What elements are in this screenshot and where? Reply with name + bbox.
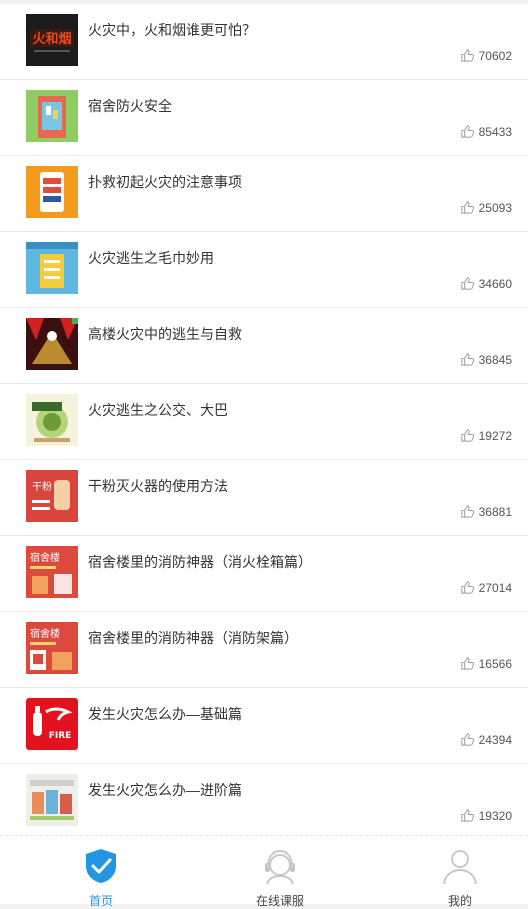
list-item[interactable]: 宿舍防火安全 85433 <box>0 80 528 156</box>
thumbnail-advanced <box>26 774 78 826</box>
thumbnail-bus <box>26 394 78 446</box>
thumbs-up-icon <box>461 277 474 290</box>
bottom-tab-bar: 首页 在线课服 我的 <box>0 835 528 908</box>
thumbnail-towel <box>26 242 78 294</box>
list-item[interactable]: 发生火灾怎么办—进阶篇 19320 <box>0 764 528 839</box>
item-title: 发生火灾怎么办—进阶篇 <box>88 782 242 798</box>
tab-label: 我的 <box>447 894 472 908</box>
list-item[interactable]: 宿舍楼 宿舍楼里的消防神器（消火栓箱篇） 27014 <box>0 536 528 612</box>
list-item[interactable]: 高楼火灾中的逃生与自救 36845 <box>0 308 528 384</box>
thumbs-up-icon <box>461 429 474 442</box>
list-item[interactable]: 火灾逃生之毛巾妙用 34660 <box>0 232 528 308</box>
thumbnail-extinguisher: 干粉 <box>26 470 78 522</box>
thumbs-up-icon <box>461 809 474 822</box>
user-icon <box>443 850 477 885</box>
thumbs-up-icon <box>461 125 474 138</box>
like-count-value: 36881 <box>478 504 512 519</box>
thumbs-up-icon <box>461 505 474 518</box>
thumbs-up-icon <box>461 201 474 214</box>
thumbnail-text: FIRE <box>49 731 72 741</box>
thumbnail-fire-sign: FIRE <box>26 698 78 750</box>
thumbnail-dorm-safety <box>26 90 78 142</box>
item-title: 高楼火灾中的逃生与自救 <box>88 326 242 342</box>
thumbnail-fire-rack: 宿舍楼 <box>26 622 78 674</box>
tab-online-service[interactable]: 在线课服 <box>192 836 368 908</box>
thumbnail-text: 宿舍楼 <box>30 627 60 640</box>
thumbnail-text: 火和烟 <box>32 31 71 47</box>
item-title: 扑救初起火灾的注意事项 <box>88 174 242 190</box>
thumbnail-text: 宿舍楼 <box>30 551 60 564</box>
like-count-value: 34660 <box>478 276 512 291</box>
list-item[interactable]: FIRE 发生火灾怎么办—基础篇 24394 <box>0 688 528 764</box>
like-count-value: 36845 <box>478 352 512 367</box>
headset-icon <box>265 849 295 885</box>
thumbnail-fire-smoke: 火和烟 <box>26 14 78 66</box>
like-count[interactable]: 19320 <box>460 808 512 823</box>
like-count-value: 85433 <box>478 124 512 139</box>
like-count-value: 25093 <box>478 200 512 215</box>
like-count[interactable]: 16566 <box>460 656 512 671</box>
item-title: 发生火灾怎么办—基础篇 <box>88 706 242 722</box>
list-item[interactable]: 扑救初起火灾的注意事项 25093 <box>0 156 528 232</box>
like-count-value: 16566 <box>478 656 512 671</box>
tab-profile[interactable]: 我的 <box>372 836 528 908</box>
shield-check-icon <box>86 849 116 883</box>
item-title: 火灾逃生之毛巾妙用 <box>88 250 214 266</box>
like-count-value: 19320 <box>478 808 512 823</box>
like-count[interactable]: 27014 <box>460 580 512 595</box>
item-title: 宿舍楼里的消防神器（消火栓箱篇） <box>88 554 312 570</box>
like-count[interactable]: 70602 <box>460 48 512 63</box>
list-item[interactable]: 干粉 干粉灭火器的使用方法 36881 <box>0 460 528 536</box>
thumbs-up-icon <box>461 581 474 594</box>
item-title: 火灾逃生之公交、大巴 <box>88 402 228 418</box>
thumbnail-highrise <box>26 318 78 370</box>
like-count-value: 70602 <box>478 48 512 63</box>
thumbs-up-icon <box>461 353 474 366</box>
like-count-value: 27014 <box>478 580 512 595</box>
like-count[interactable]: 36881 <box>460 504 512 519</box>
thumbnail-early-fire <box>26 166 78 218</box>
item-title: 宿舍楼里的消防神器（消防架篇） <box>88 630 298 646</box>
like-count[interactable]: 85433 <box>460 124 512 139</box>
like-count[interactable]: 24394 <box>460 732 512 747</box>
like-count[interactable]: 34660 <box>460 276 512 291</box>
item-title: 干粉灭火器的使用方法 <box>88 478 228 494</box>
tab-home[interactable]: 首页 <box>13 836 189 908</box>
thumbnail-text: 干粉 <box>32 480 52 493</box>
thumbs-up-icon <box>461 49 474 62</box>
like-count-value: 24394 <box>478 732 512 747</box>
thumbnail-hydrant-box: 宿舍楼 <box>26 546 78 598</box>
thumbs-up-icon <box>461 657 474 670</box>
tab-label: 首页 <box>88 894 113 908</box>
like-count[interactable]: 25093 <box>460 200 512 215</box>
list-item[interactable]: 火灾逃生之公交、大巴 19272 <box>0 384 528 460</box>
item-title: 火灾中，火和烟谁更可怕？ <box>88 22 256 38</box>
course-list: 火和烟 火灾中，火和烟谁更可怕？ 70602 宿舍防火安全 85433 扑救初起… <box>0 0 528 839</box>
item-title: 宿舍防火安全 <box>88 98 172 114</box>
like-count-value: 19272 <box>478 428 512 443</box>
list-item[interactable]: 宿舍楼 宿舍楼里的消防神器（消防架篇） 16566 <box>0 612 528 688</box>
tab-label: 在线课服 <box>255 894 304 908</box>
list-item[interactable]: 火和烟 火灾中，火和烟谁更可怕？ 70602 <box>0 4 528 80</box>
like-count[interactable]: 36845 <box>460 352 512 367</box>
like-count[interactable]: 19272 <box>460 428 512 443</box>
thumbs-up-icon <box>461 733 474 746</box>
